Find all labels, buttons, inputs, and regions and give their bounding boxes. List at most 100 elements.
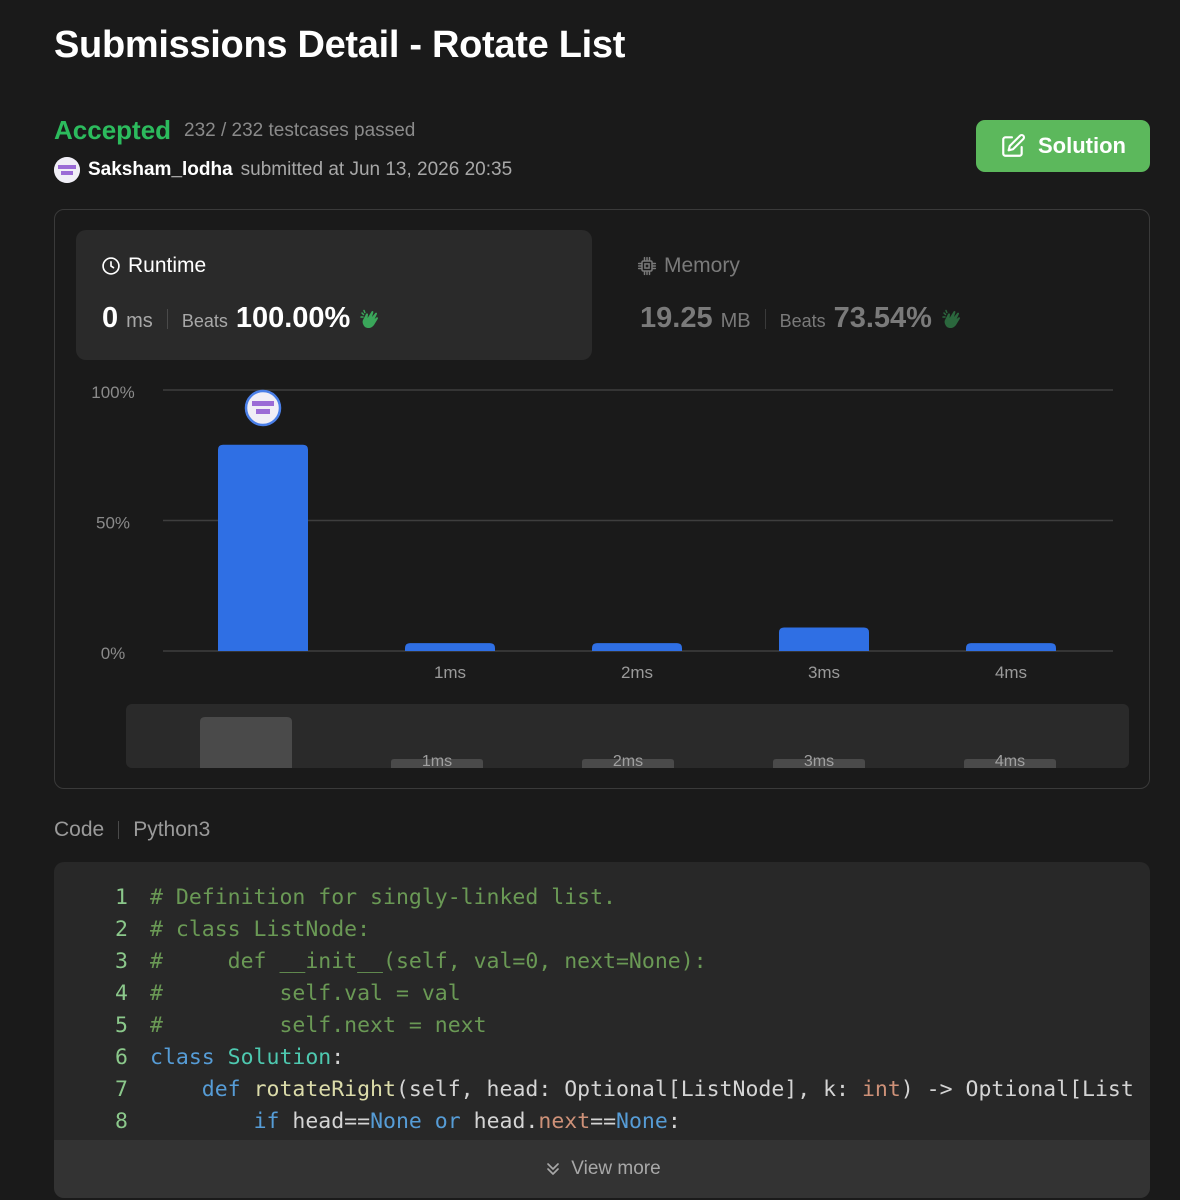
avatar-icon — [54, 157, 80, 183]
code-token: == — [590, 1109, 617, 1134]
username-link[interactable]: Saksham_lodha — [88, 159, 233, 181]
runtime-beats-value: 100.00% — [235, 302, 351, 334]
code-token: head. — [473, 1109, 539, 1134]
divider — [118, 821, 120, 839]
y-tick-label: 100% — [91, 383, 134, 402]
code-line: 4 # self.val = val — [54, 978, 1134, 1010]
status-accepted: Accepted — [54, 115, 172, 145]
bar-0ms[interactable] — [218, 444, 308, 651]
code-token: # class ListNode: — [150, 917, 371, 942]
bar-4ms[interactable] — [966, 643, 1056, 651]
y-tick-label: 0% — [101, 644, 126, 663]
code-line: 7 def rotateRight(self, head: Optional[L… — [54, 1074, 1134, 1106]
runtime-title: Runtime — [128, 254, 207, 277]
your-submission-marker — [244, 389, 282, 427]
navigator-label: 4ms — [995, 753, 1025, 770]
view-more-label: View more — [571, 1158, 661, 1179]
code-header: Code Python3 — [54, 818, 210, 842]
runtime-label: Runtime — [101, 254, 206, 278]
memory-title: Memory — [664, 254, 740, 277]
avatar-icon-stripe — [252, 401, 274, 406]
x-tick-label: 3ms — [808, 663, 840, 682]
clock-icon — [102, 257, 120, 275]
bar-1ms[interactable] — [405, 643, 495, 651]
code-label: Code — [54, 818, 105, 841]
solution-button[interactable]: Solution — [976, 120, 1150, 172]
code-token: # Definition for singly-linked list. — [150, 885, 616, 910]
line-number: 8 — [115, 1109, 128, 1134]
code-token: # self.val = val — [150, 981, 461, 1006]
memory-metric: 19.25 MB Beats 73.54% — [640, 302, 964, 335]
code-line: 6 class Solution: — [54, 1042, 1134, 1074]
submitted-time: submitted at Jun 13, 2026 20:35 — [240, 159, 513, 180]
memory-value: 19.25 — [640, 302, 713, 334]
code-line: 8 if head==None or head.next==None: — [54, 1106, 1134, 1138]
navigator-label: 1ms — [422, 753, 452, 770]
code-token: : — [331, 1045, 345, 1070]
runtime-card[interactable] — [76, 230, 592, 360]
code-token: class — [150, 1045, 228, 1070]
y-tick-label: 50% — [96, 514, 130, 533]
x-tick-label: 4ms — [995, 663, 1027, 682]
solution-button-label: Solution — [1038, 133, 1126, 158]
code-token: rotateRight — [253, 1077, 396, 1102]
view-more-button[interactable]: View more — [54, 1140, 1150, 1198]
testcases-passed: 232 / 232 testcases passed — [184, 120, 416, 141]
runtime-unit: ms — [126, 310, 153, 332]
code-line: 5 # self.next = next — [54, 1010, 1134, 1042]
code-token: (self, head: Optional[ListNode], k: — [395, 1077, 862, 1102]
language-label: Python3 — [133, 818, 211, 841]
clap-icon — [942, 309, 961, 328]
x-tick-label: 2ms — [621, 663, 653, 682]
memory-beats-value: 73.54% — [833, 302, 932, 334]
runtime-beats-label: Beats — [181, 311, 228, 331]
chevrons-down-icon — [547, 1163, 560, 1175]
line-number: 7 — [115, 1077, 128, 1102]
code-lines: 1 # Definition for singly-linked list. 2 # … — [54, 882, 1134, 1138]
runtime-value: 0 — [102, 302, 119, 334]
line-number: 5 — [115, 1013, 128, 1038]
code-token: : — [667, 1109, 681, 1134]
page-title: Submissions Detail - Rotate List — [54, 24, 626, 66]
edit-icon — [1002, 134, 1025, 157]
avatar-icon-stripe — [256, 409, 270, 414]
code-token: Solution — [227, 1045, 332, 1070]
code-token: if — [253, 1109, 293, 1134]
code-token: None or — [370, 1109, 474, 1134]
code-token: next — [538, 1109, 591, 1134]
code-line: 1 # Definition for singly-linked list. — [54, 882, 1134, 914]
code-token: ) -> Optional[List — [900, 1077, 1134, 1102]
code-token: int — [861, 1077, 901, 1102]
code-line: 2 # class ListNode: — [54, 914, 1134, 946]
line-number: 4 — [115, 981, 128, 1006]
runtime-metric: 0 ms Beats 100.00% — [102, 302, 382, 335]
clap-icon — [360, 309, 379, 328]
code-token: # def __init__(self, val=0, next=None): — [150, 949, 707, 974]
runtime-distribution-chart: 0% 50% 100% 1ms 2ms 3ms 4ms 1ms 2ms 3ms 4ms — [91, 383, 1129, 770]
code-token: # self.next = next — [150, 1013, 487, 1038]
memory-beats-label: Beats — [779, 311, 826, 331]
navigator-label: 2ms — [613, 753, 643, 770]
code-token: def — [201, 1077, 254, 1102]
memory-label[interactable]: Memory — [637, 254, 740, 278]
divider — [166, 308, 168, 329]
line-number: 1 — [115, 885, 128, 910]
navigator-selection — [200, 717, 292, 768]
line-number: 3 — [115, 949, 128, 974]
memory-unit: MB — [720, 310, 751, 332]
code-line: 3 # def __init__(self, val=0, next=None): — [54, 946, 1134, 978]
line-number: 2 — [115, 917, 128, 942]
code-token: head== — [292, 1109, 371, 1134]
chip-icon — [637, 256, 657, 276]
divider — [764, 308, 766, 329]
bar-3ms[interactable] — [779, 627, 869, 651]
avatar[interactable] — [54, 157, 80, 183]
bar-2ms[interactable] — [592, 643, 682, 651]
navigator-label: 3ms — [804, 753, 834, 770]
submitter-row: Saksham_lodha submitted at Jun 13, 2026 … — [54, 156, 512, 184]
code-token: None — [616, 1109, 668, 1134]
x-tick-label: 1ms — [434, 663, 466, 682]
line-number: 6 — [115, 1045, 128, 1070]
